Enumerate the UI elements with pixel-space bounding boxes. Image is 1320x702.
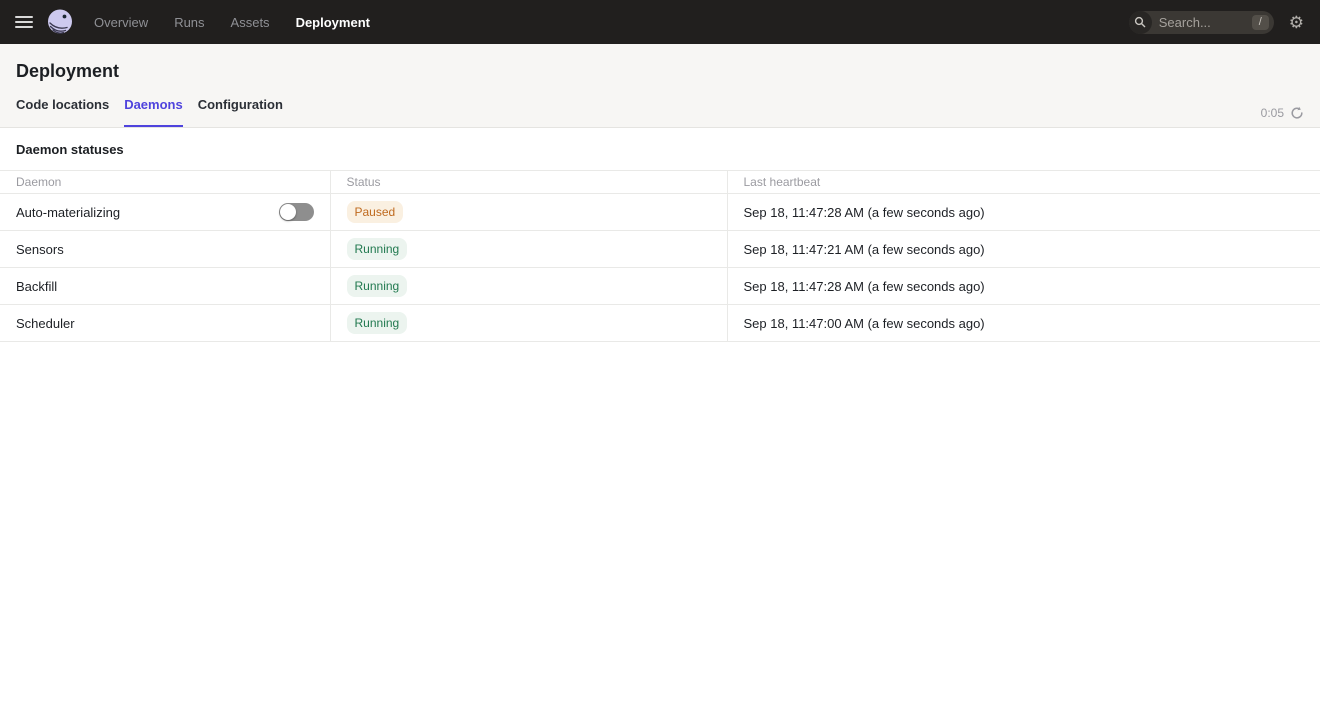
daemon-toggle[interactable]	[279, 203, 314, 221]
daemon-statuses-table: Daemon Status Last heartbeat Auto-materi…	[0, 170, 1320, 342]
last-heartbeat: Sep 18, 11:47:00 AM (a few seconds ago)	[744, 316, 985, 331]
search-input[interactable]	[1159, 15, 1243, 30]
daemon-name: Auto-materializing	[16, 205, 120, 220]
toggle-knob	[280, 204, 296, 220]
page-title: Deployment	[16, 44, 1304, 97]
daemon-name: Scheduler	[16, 316, 75, 331]
status-badge: Running	[347, 238, 408, 260]
last-heartbeat: Sep 18, 11:47:28 AM (a few seconds ago)	[744, 279, 985, 294]
table-row: Sensors Running Sep 18, 11:47:21 AM (a f…	[0, 231, 1320, 268]
main-content: Daemon statuses Daemon Status Last heart…	[0, 128, 1320, 342]
tab-configuration[interactable]: Configuration	[198, 97, 283, 127]
status-badge: Running	[347, 312, 408, 334]
table-row: Backfill Running Sep 18, 11:47:28 AM (a …	[0, 268, 1320, 305]
tab-daemons[interactable]: Daemons	[124, 97, 183, 127]
tab-code-locations[interactable]: Code locations	[16, 97, 109, 127]
refresh-icon[interactable]	[1290, 106, 1304, 120]
nav-item-runs[interactable]: Runs	[168, 11, 210, 34]
topbar-right: / ⚙	[1129, 11, 1304, 34]
top-navigation-bar: Overview Runs Assets Deployment / ⚙	[0, 0, 1320, 44]
column-header-last-heartbeat: Last heartbeat	[727, 171, 1320, 194]
table-header-row: Daemon Status Last heartbeat	[0, 171, 1320, 194]
nav-item-overview[interactable]: Overview	[88, 11, 154, 34]
dagster-logo	[46, 8, 74, 36]
last-heartbeat: Sep 18, 11:47:21 AM (a few seconds ago)	[744, 242, 985, 257]
search-shortcut-key: /	[1252, 15, 1269, 30]
gear-icon[interactable]: ⚙	[1289, 14, 1304, 31]
status-badge: Running	[347, 275, 408, 297]
last-heartbeat: Sep 18, 11:47:28 AM (a few seconds ago)	[744, 205, 985, 220]
refresh-countdown-group: 0:05	[1261, 106, 1304, 127]
page-header: Deployment Code locations Daemons Config…	[0, 44, 1320, 128]
search-icon	[1129, 11, 1152, 34]
section-title: Daemon statuses	[0, 128, 1320, 170]
status-badge: Paused	[347, 201, 404, 223]
nav-item-assets[interactable]: Assets	[225, 11, 276, 34]
refresh-countdown: 0:05	[1261, 106, 1284, 120]
primary-nav: Overview Runs Assets Deployment	[88, 11, 376, 34]
table-row: Scheduler Running Sep 18, 11:47:00 AM (a…	[0, 305, 1320, 342]
table-row: Auto-materializing Paused Sep 18, 11:47:…	[0, 194, 1320, 231]
tabs-row: Code locations Daemons Configuration 0:0…	[16, 97, 1304, 127]
menu-icon[interactable]	[12, 10, 36, 34]
nav-item-deployment[interactable]: Deployment	[290, 11, 376, 34]
column-header-status: Status	[330, 171, 727, 194]
column-header-daemon: Daemon	[0, 171, 330, 194]
tabs: Code locations Daemons Configuration	[16, 97, 283, 127]
daemon-name: Backfill	[16, 279, 57, 294]
daemon-name: Sensors	[16, 242, 64, 257]
search-box[interactable]: /	[1129, 11, 1274, 34]
